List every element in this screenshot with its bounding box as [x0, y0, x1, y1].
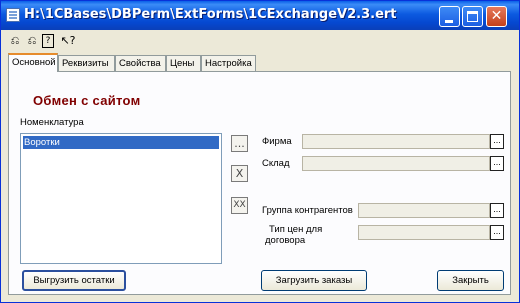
pick-items-button[interactable]: ... [231, 135, 248, 152]
warehouse-field[interactable] [302, 156, 490, 171]
list-item[interactable]: Воротки [23, 136, 219, 149]
redo-icon[interactable]: ⎌ [24, 33, 40, 49]
firm-label: Фирма [262, 136, 292, 147]
close-button[interactable]: Закрыть [437, 270, 504, 291]
tab-requisites[interactable]: Реквизиты [58, 55, 115, 71]
close-window-button[interactable]: ✕ [486, 6, 507, 27]
maximize-button[interactable] [462, 6, 483, 27]
warehouse-label: Склад [262, 158, 290, 169]
close-icon: ✕ [490, 8, 503, 24]
nomenclature-label: Номенклатура [20, 117, 84, 128]
remove-all-button[interactable]: XX [231, 197, 248, 214]
context-help-icon[interactable]: ↖? [59, 33, 77, 49]
app-window: H:\1CBases\DBPerm\ExtForms\1CExchangeV2.… [0, 0, 520, 303]
price-type-select-button[interactable]: ... [490, 225, 504, 240]
undo-icon[interactable]: ⎌ [7, 33, 23, 49]
help-icon[interactable]: ? [42, 34, 54, 48]
tab-prices[interactable]: Цены [166, 55, 201, 71]
minimize-button[interactable] [439, 6, 460, 27]
tab-settings[interactable]: Настройка [201, 55, 256, 71]
firm-select-button[interactable]: ... [490, 134, 504, 149]
remove-item-button[interactable]: X [231, 165, 248, 182]
title-bar[interactable]: H:\1CBases\DBPerm\ExtForms\1CExchangeV2.… [1, 1, 519, 30]
warehouse-select-button[interactable]: ... [490, 156, 504, 171]
tab-main[interactable]: Основной [8, 53, 58, 72]
firm-field[interactable] [302, 134, 490, 149]
contractor-group-field[interactable] [358, 203, 490, 218]
window-title: H:\1CBases\DBPerm\ExtForms\1CExchangeV2.… [24, 7, 397, 22]
contractor-group-select-button[interactable]: ... [490, 203, 504, 218]
tab-properties[interactable]: Свойства [115, 55, 166, 71]
price-type-label-line2: договора [265, 235, 306, 246]
load-orders-button[interactable]: Загрузить заказы [261, 270, 367, 291]
nomenclature-list[interactable]: Воротки [20, 133, 222, 264]
price-type-field[interactable] [358, 225, 490, 240]
upload-stock-button[interactable]: Выгрузить остатки [22, 270, 126, 291]
page-title: Обмен с сайтом [33, 93, 141, 108]
contractor-group-label: Группа контрагентов [262, 205, 353, 216]
document-icon [6, 8, 20, 22]
price-type-label-line1: Тип цен для [269, 224, 323, 235]
